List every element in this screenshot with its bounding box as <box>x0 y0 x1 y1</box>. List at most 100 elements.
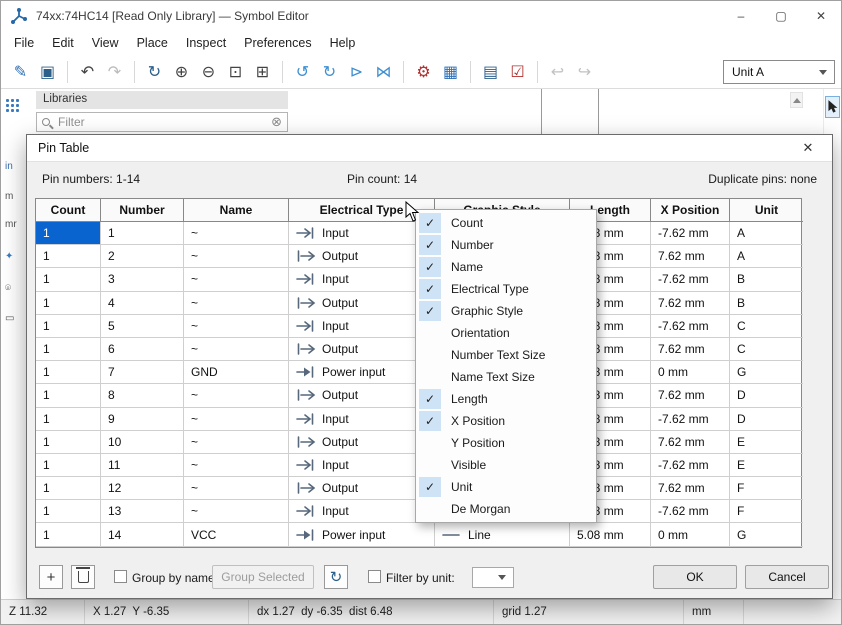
cell-count[interactable]: 1 <box>36 408 101 431</box>
column-menu-item-name-text-size[interactable]: Name Text Size <box>416 366 596 388</box>
rotate-ccw-icon[interactable]: ↺ <box>291 59 315 85</box>
undo-icon[interactable]: ↶ <box>76 59 100 85</box>
unit-filter-dropdown[interactable] <box>472 567 514 588</box>
datasheet-icon[interactable]: ▤ <box>479 59 503 85</box>
cell-number[interactable]: 3 <box>101 268 184 291</box>
cell-unit[interactable]: D <box>730 408 803 431</box>
cell-electrical-type[interactable]: Output <box>289 477 435 500</box>
cell-number[interactable]: 13 <box>101 500 184 523</box>
cell-electrical-type[interactable]: Input <box>289 268 435 291</box>
cell-count[interactable]: 1 <box>36 222 101 245</box>
cell-count[interactable]: 1 <box>36 245 101 268</box>
save-icon[interactable]: ▣ <box>36 59 60 85</box>
pin-table-icon[interactable]: ▦ <box>439 59 463 85</box>
cell-number[interactable]: 12 <box>101 477 184 500</box>
pin-name-toggle-icon[interactable]: m <box>5 191 13 202</box>
cell-name[interactable]: ~ <box>184 338 289 361</box>
cell-name[interactable]: ~ <box>184 292 289 315</box>
cell-x-position[interactable]: -7.62 mm <box>651 315 730 338</box>
cell-number[interactable]: 11 <box>101 454 184 477</box>
cell-count[interactable]: 1 <box>36 361 101 384</box>
demorgan-alternate-icon[interactable]: ↪ <box>573 59 597 85</box>
cell-number[interactable]: 1 <box>101 222 184 245</box>
select-tool-button[interactable] <box>825 96 840 118</box>
cell-number[interactable]: 5 <box>101 315 184 338</box>
dialog-close-button[interactable]: ✕ <box>795 140 821 156</box>
column-menu-item-name[interactable]: ✓Name <box>416 256 596 278</box>
cell-name[interactable]: ~ <box>184 222 289 245</box>
cell-count[interactable]: 1 <box>36 315 101 338</box>
cell-x-position[interactable]: 0 mm <box>651 523 730 546</box>
cell-count[interactable]: 1 <box>36 268 101 291</box>
rect-tool-icon[interactable]: ▭ <box>5 313 14 324</box>
minimize-button[interactable]: – <box>721 1 761 31</box>
menu-inspect[interactable]: Inspect <box>177 33 235 53</box>
column-menu-item-de-morgan[interactable]: De Morgan <box>416 498 596 520</box>
cell-number[interactable]: 2 <box>101 245 184 268</box>
cell-electrical-type[interactable]: Input <box>289 315 435 338</box>
cell-unit[interactable]: E <box>730 454 803 477</box>
canvas-scrollbar-up[interactable] <box>790 92 803 108</box>
close-button[interactable]: ✕ <box>801 1 841 31</box>
zoom-selection-icon[interactable]: ⊞ <box>251 59 275 85</box>
menu-file[interactable]: File <box>5 33 43 53</box>
cell-number[interactable]: 8 <box>101 384 184 407</box>
cell-unit[interactable]: D <box>730 384 803 407</box>
cell-electrical-type[interactable]: Output <box>289 431 435 454</box>
cell-electrical-type[interactable]: Power input <box>289 361 435 384</box>
column-header-x-position[interactable]: X Position <box>651 199 730 222</box>
cell-graphic-style[interactable]: Line <box>435 523 570 546</box>
column-header-unit[interactable]: Unit <box>730 199 803 222</box>
add-pin-button[interactable]: + <box>39 565 63 589</box>
circle-tool-icon[interactable]: ⌾ <box>5 283 11 294</box>
cell-x-position[interactable]: -7.62 mm <box>651 500 730 523</box>
cell-number[interactable]: 7 <box>101 361 184 384</box>
zoom-in-icon[interactable]: ⊕ <box>170 59 194 85</box>
cell-name[interactable]: GND <box>184 361 289 384</box>
grid-toggle-icon[interactable] <box>5 98 21 114</box>
rotate-cw-icon[interactable]: ↻ <box>318 59 342 85</box>
column-menu-item-x-position[interactable]: ✓X Position <box>416 410 596 432</box>
library-filter-input[interactable]: Filter ⊗ <box>36 112 288 132</box>
menu-place[interactable]: Place <box>128 33 177 53</box>
column-menu-item-unit[interactable]: ✓Unit <box>416 476 596 498</box>
redo-icon[interactable]: ↷ <box>103 59 127 85</box>
zoom-out-icon[interactable]: ⊖ <box>197 59 221 85</box>
cell-name[interactable]: ~ <box>184 431 289 454</box>
cell-unit[interactable]: G <box>730 361 803 384</box>
maximize-button[interactable]: ▢ <box>761 1 801 31</box>
delete-pin-button[interactable] <box>71 565 95 589</box>
menu-view[interactable]: View <box>83 33 128 53</box>
column-header-number[interactable]: Number <box>101 199 184 222</box>
group-by-name-checkbox[interactable] <box>114 570 127 583</box>
cell-name[interactable]: ~ <box>184 245 289 268</box>
refresh-view-icon[interactable]: ↻ <box>143 59 167 85</box>
cell-x-position[interactable]: 7.62 mm <box>651 384 730 407</box>
cell-name[interactable]: ~ <box>184 454 289 477</box>
cell-electrical-type[interactable]: Output <box>289 384 435 407</box>
demorgan-standard-icon[interactable]: ↩ <box>546 59 570 85</box>
mirror-vertical-icon[interactable]: ⋈ <box>372 59 396 85</box>
column-header-name[interactable]: Name <box>184 199 289 222</box>
column-menu-item-y-position[interactable]: Y Position <box>416 432 596 454</box>
clear-filter-icon[interactable]: ⊗ <box>271 114 282 130</box>
cell-unit[interactable]: B <box>730 268 803 291</box>
cell-electrical-type[interactable]: Input <box>289 408 435 431</box>
cell-electrical-type[interactable]: Input <box>289 222 435 245</box>
cell-name[interactable]: ~ <box>184 315 289 338</box>
cell-unit[interactable]: B <box>730 292 803 315</box>
cell-unit[interactable]: F <box>730 477 803 500</box>
column-menu-item-number[interactable]: ✓Number <box>416 234 596 256</box>
cell-number[interactable]: 6 <box>101 338 184 361</box>
pin-number-toggle-icon[interactable]: mr <box>5 219 17 230</box>
column-menu-item-length[interactable]: ✓Length <box>416 388 596 410</box>
cell-electrical-type[interactable]: Input <box>289 454 435 477</box>
cell-name[interactable]: ~ <box>184 477 289 500</box>
cell-length[interactable]: 5.08 mm <box>570 523 651 546</box>
cell-name[interactable]: ~ <box>184 408 289 431</box>
erc-check-icon[interactable]: ☑ <box>506 59 530 85</box>
cell-number[interactable]: 9 <box>101 408 184 431</box>
cell-unit[interactable]: C <box>730 315 803 338</box>
refresh-grouping-button[interactable]: ↻ <box>324 565 348 589</box>
cell-x-position[interactable]: 7.62 mm <box>651 245 730 268</box>
